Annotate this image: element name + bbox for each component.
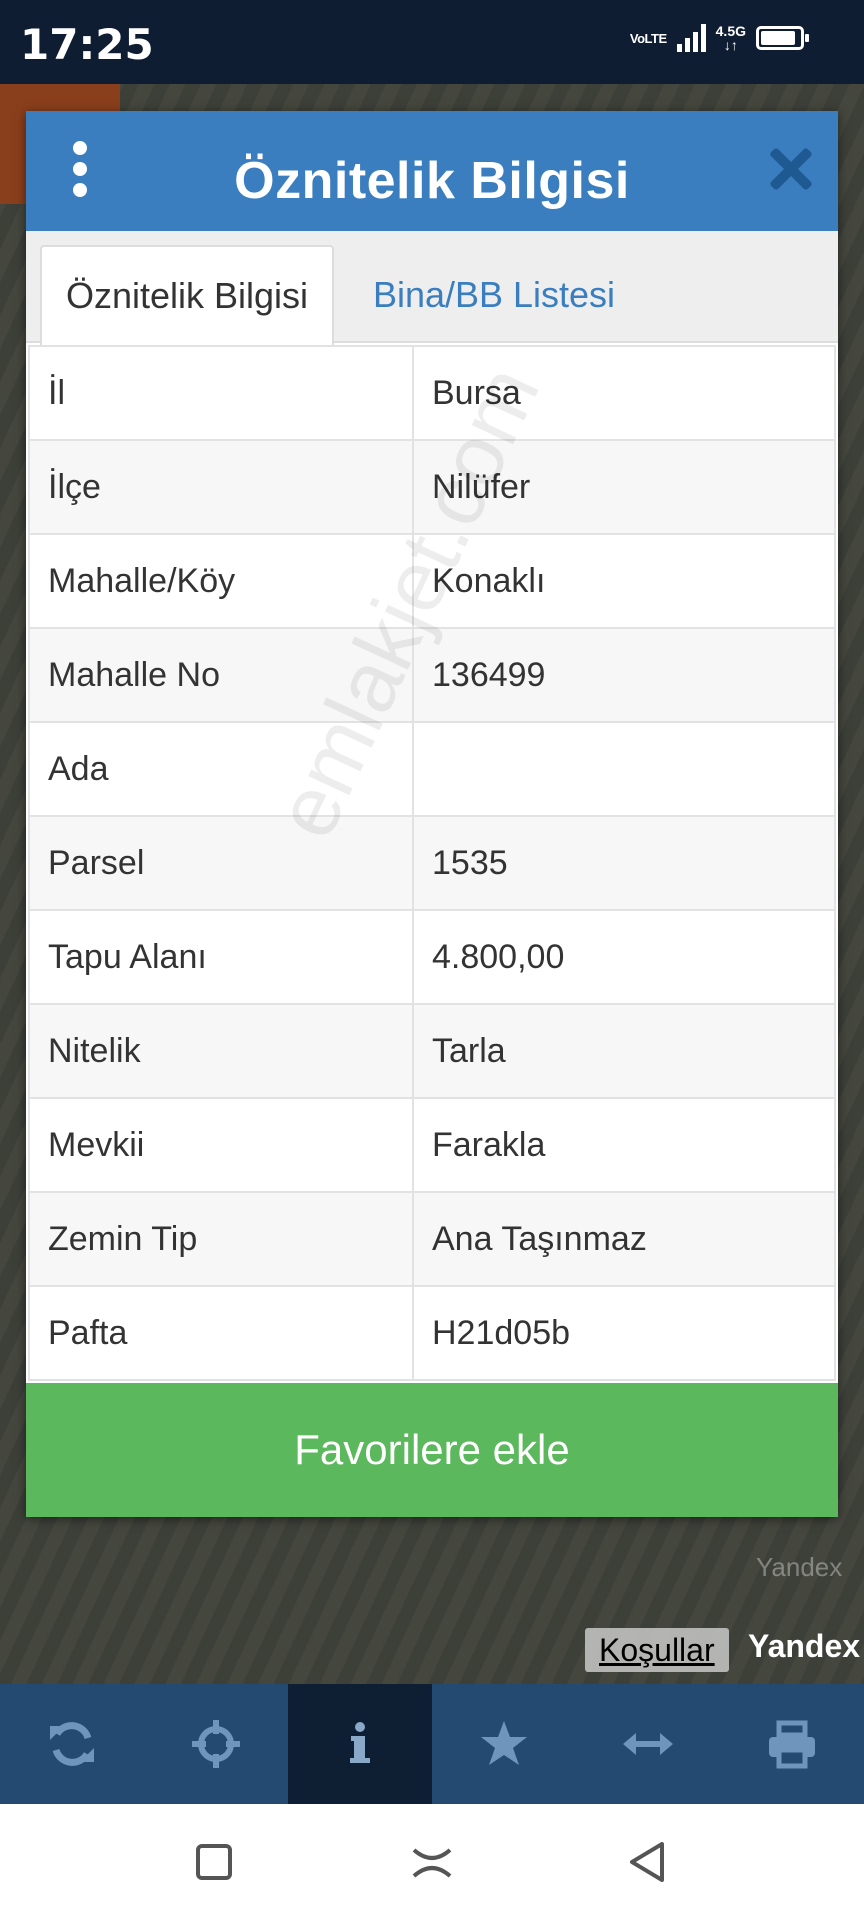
attribute-key: Zemin Tip — [28, 1191, 414, 1287]
attribute-value: Nilüfer — [412, 439, 836, 535]
print-icon — [769, 1720, 815, 1769]
table-row: Parsel 1535 — [28, 815, 836, 911]
print-button[interactable] — [720, 1684, 864, 1804]
attribute-key: Mahalle No — [28, 627, 414, 723]
attribute-key: Nitelik — [28, 1003, 414, 1099]
terms-link[interactable]: Koşullar — [585, 1628, 729, 1672]
attribute-key: İl — [28, 345, 414, 441]
signal-icon — [676, 24, 706, 52]
attribute-value — [412, 721, 836, 817]
status-bar: 17:25 VoLTE 4.5G ↓↑ — [0, 0, 864, 84]
refresh-button[interactable] — [0, 1684, 144, 1804]
attribute-value: 4.800,00 — [412, 909, 836, 1005]
attribute-key: Mahalle/Köy — [28, 533, 414, 629]
info-button[interactable] — [288, 1684, 432, 1804]
attribute-key: Pafta — [28, 1285, 414, 1381]
table-row: Mahalle/Köy Konaklı — [28, 533, 836, 629]
attribute-info-dialog: Öznitelik Bilgisi Öznitelik Bilgisi Bina… — [26, 111, 838, 1517]
attribute-key: Tapu Alanı — [28, 909, 414, 1005]
attribute-value: Tarla — [412, 1003, 836, 1099]
home-button[interactable] — [412, 1842, 452, 1882]
table-row: İlçe Nilüfer — [28, 439, 836, 535]
table-row: Nitelik Tarla — [28, 1003, 836, 1099]
table-row: Mahalle No 136499 — [28, 627, 836, 723]
table-row: İl Bursa — [28, 345, 836, 441]
dialog-header: Öznitelik Bilgisi — [26, 111, 838, 231]
attribute-value: Ana Taşınmaz — [412, 1191, 836, 1287]
close-icon[interactable] — [768, 147, 812, 191]
system-navigation-bar — [0, 1804, 864, 1920]
attribute-table: İl Bursa İlçe Nilüfer Mahalle/Köy Konakl… — [28, 345, 836, 1381]
attribute-value: 1535 — [412, 815, 836, 911]
tab-strip: Öznitelik Bilgisi Bina/BB Listesi — [26, 231, 838, 345]
locate-button[interactable] — [144, 1684, 288, 1804]
bottom-toolbar — [0, 1684, 864, 1804]
table-row: Tapu Alanı 4.800,00 — [28, 909, 836, 1005]
crosshair-icon — [192, 1720, 240, 1768]
attribute-key: Ada — [28, 721, 414, 817]
tab-building-list[interactable]: Bina/BB Listesi — [344, 245, 644, 345]
measure-arrows-icon — [623, 1733, 673, 1755]
measure-button[interactable] — [576, 1684, 720, 1804]
attribute-value: Bursa — [412, 345, 836, 441]
home-gesture-icon — [412, 1848, 452, 1878]
attribute-key: İlçe — [28, 439, 414, 535]
yandex-logo: Yandex — [748, 1628, 861, 1664]
attribute-key: Mevkii — [28, 1097, 414, 1193]
star-icon — [481, 1721, 527, 1765]
volte-indicator: VoLTE — [629, 30, 667, 46]
recent-apps-button[interactable] — [196, 1844, 232, 1880]
attribute-value: Konaklı — [412, 533, 836, 629]
status-time: 17:25 — [20, 20, 154, 69]
info-icon — [350, 1722, 370, 1763]
status-icons: VoLTE 4.5G ↓↑ — [629, 23, 809, 53]
refresh-icon — [50, 1722, 94, 1766]
table-row: Zemin Tip Ana Taşınmaz — [28, 1191, 836, 1287]
network-type: 4.5G ↓↑ — [715, 23, 746, 53]
tab-attribute-info[interactable]: Öznitelik Bilgisi — [40, 245, 334, 345]
battery-icon — [756, 26, 809, 50]
table-row: Pafta H21d05b — [28, 1285, 836, 1381]
back-triangle-icon — [630, 1842, 664, 1882]
add-to-favorites-button[interactable]: Favorilere ekle — [26, 1383, 838, 1517]
dialog-title: Öznitelik Bilgisi — [234, 152, 630, 210]
attribute-value: H21d05b — [412, 1285, 836, 1381]
attribute-value: 136499 — [412, 627, 836, 723]
favorites-button[interactable] — [432, 1684, 576, 1804]
map-provider-watermark: Yandex — [756, 1552, 843, 1582]
attribute-value: Farakla — [412, 1097, 836, 1193]
back-button[interactable] — [628, 1842, 668, 1882]
attribute-key: Parsel — [28, 815, 414, 911]
table-row: Ada — [28, 721, 836, 817]
table-row: Mevkii Farakla — [28, 1097, 836, 1193]
